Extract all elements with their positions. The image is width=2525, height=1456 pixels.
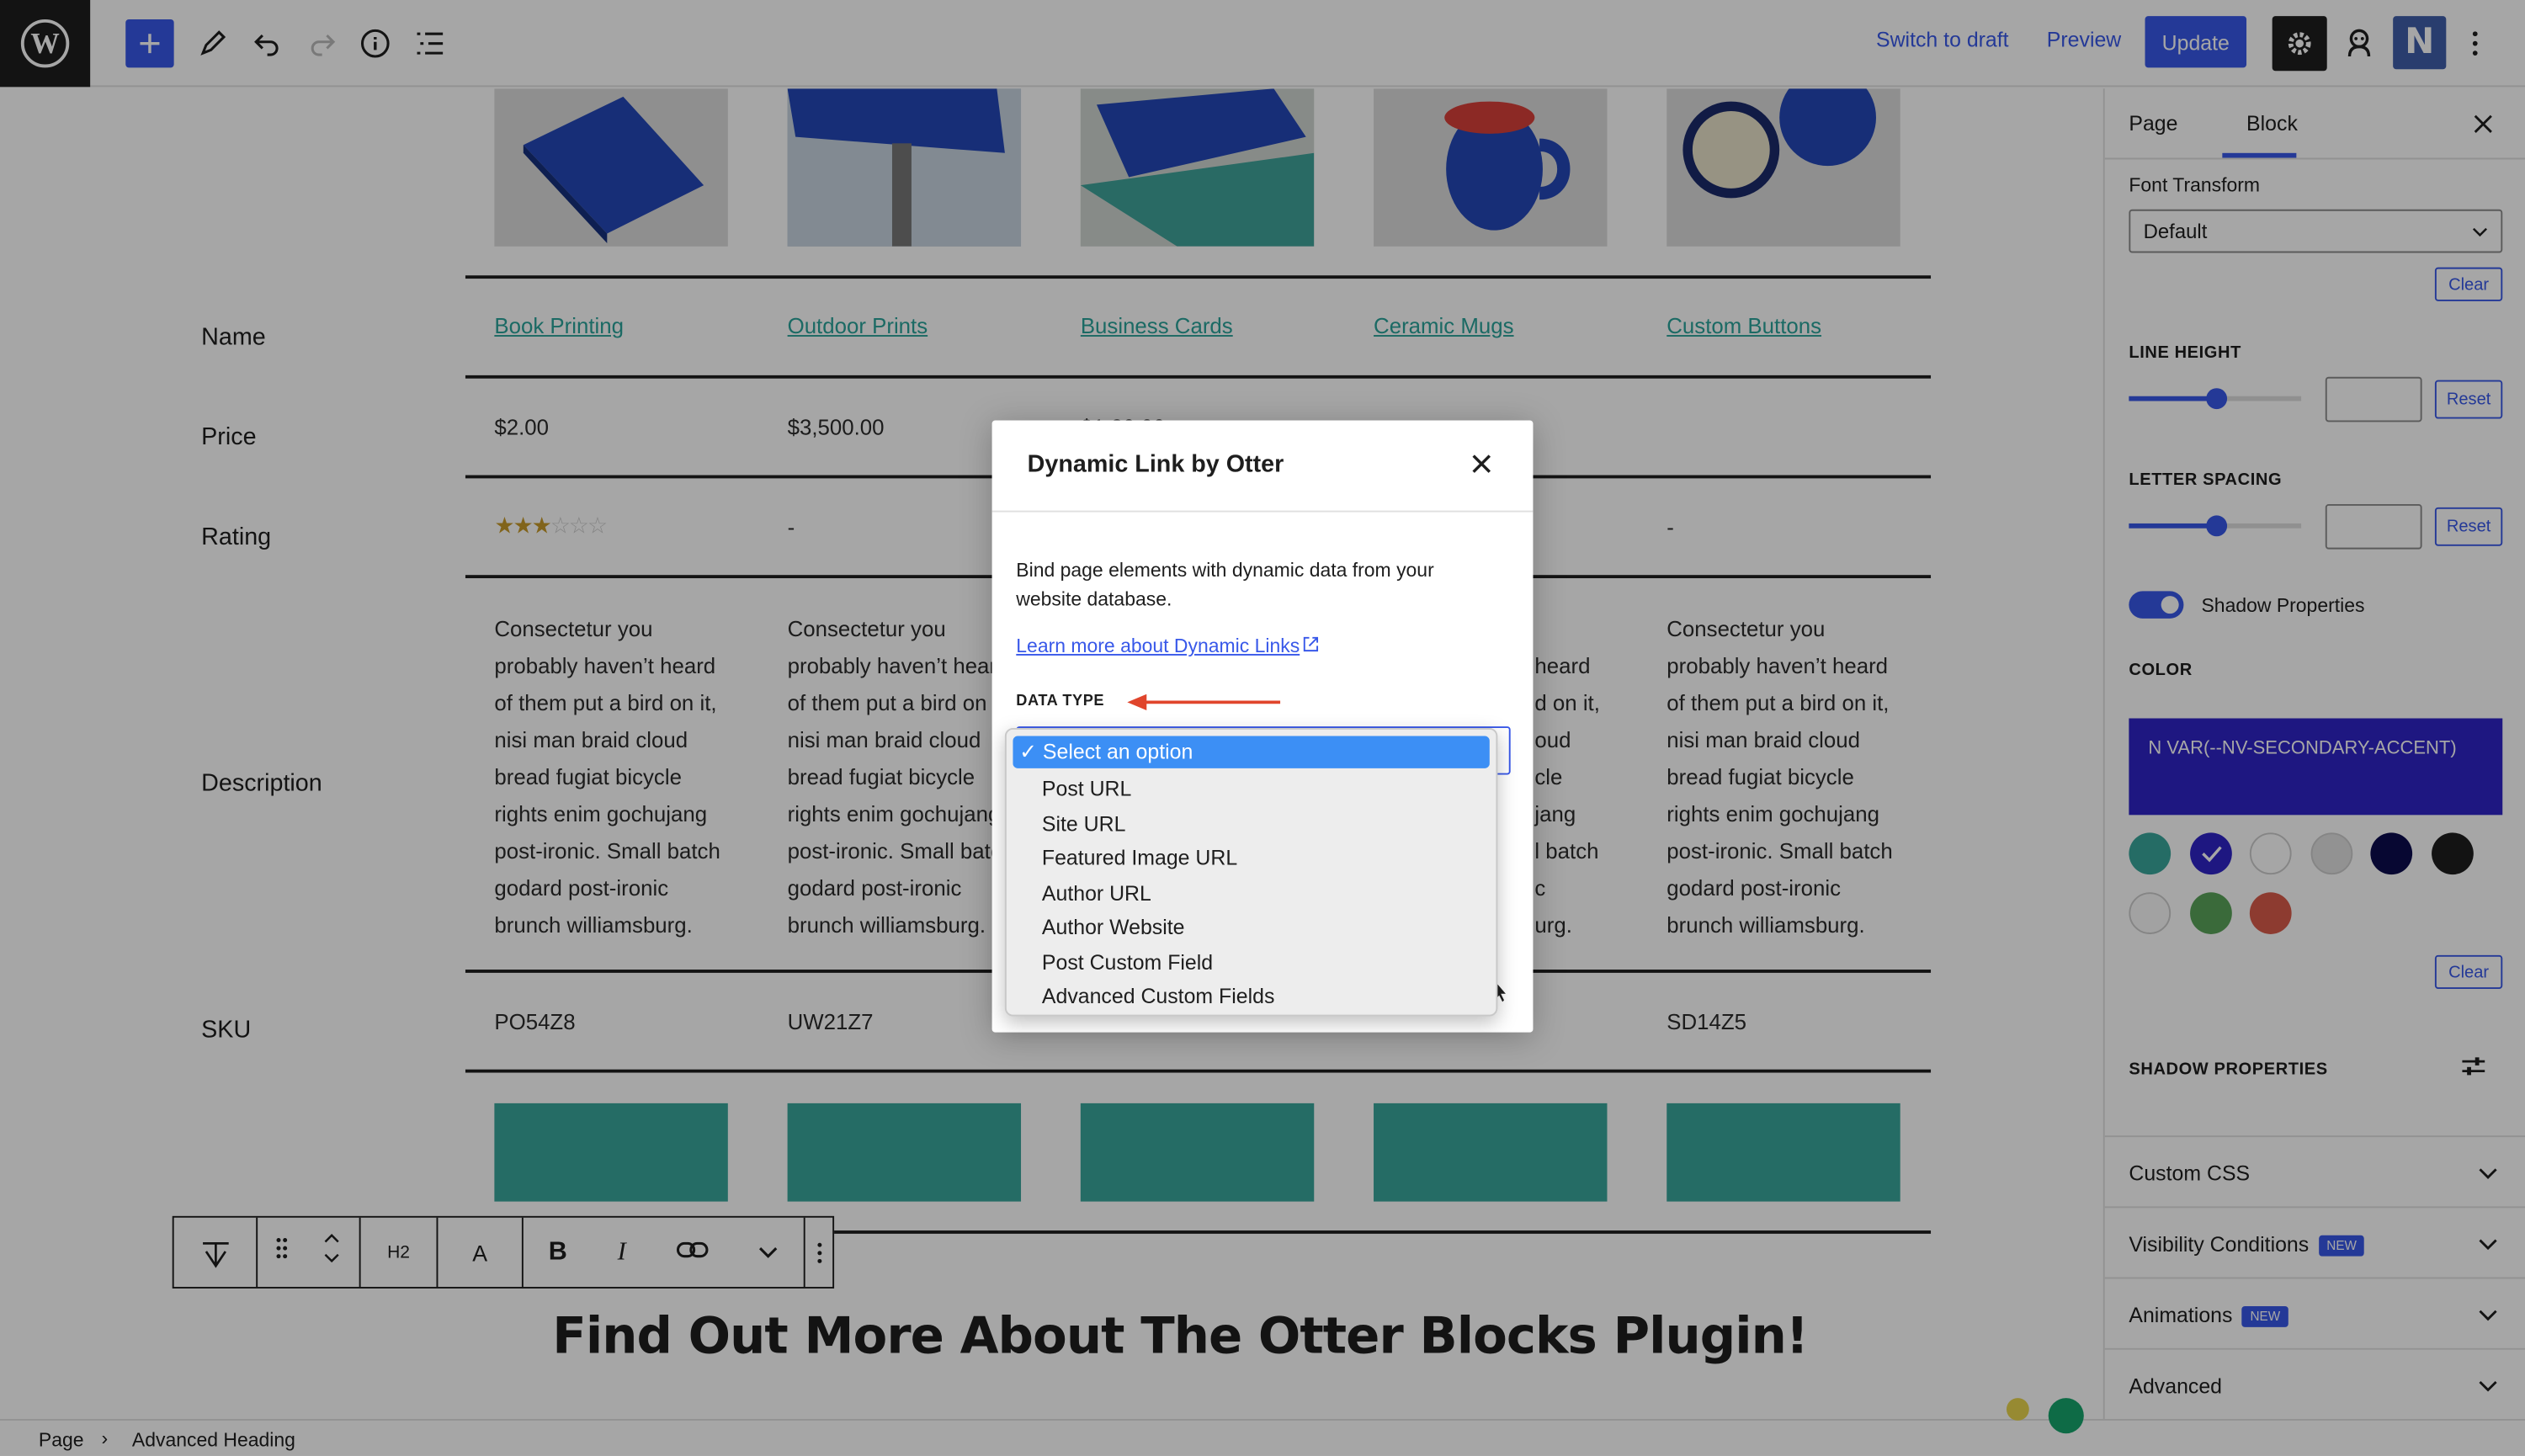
editor-root: W Switch to draft Preview Update N Name … — [0, 0, 2525, 1456]
dropdown-option[interactable]: Featured Image URL — [1042, 846, 1237, 870]
dropdown-option[interactable]: Author URL — [1042, 881, 1151, 906]
data-type-label: DATA TYPE — [1016, 692, 1105, 710]
dropdown-option[interactable]: Author Website — [1042, 915, 1185, 939]
dropdown-option[interactable]: Site URL — [1042, 812, 1126, 837]
learn-more-link[interactable]: Learn more about Dynamic Links — [1016, 635, 1319, 657]
modal-title: Dynamic Link by Otter — [1027, 450, 1284, 479]
dropdown-option-selected[interactable]: ✓ Select an option — [1013, 736, 1490, 768]
annotation-arrow-icon — [1127, 693, 1281, 710]
modal-description: Bind page elements with dynamic data fro… — [1016, 559, 1434, 611]
data-type-dropdown: ✓ Select an option Post URL Site URL Fea… — [1004, 727, 1498, 1017]
dropdown-option[interactable]: Post URL — [1042, 776, 1131, 800]
dropdown-option[interactable]: Advanced Custom Fields — [1042, 984, 1275, 1008]
modal-divider — [991, 510, 1534, 513]
dropdown-option[interactable]: Post Custom Field — [1042, 950, 1213, 975]
close-icon[interactable] — [1472, 453, 1495, 476]
